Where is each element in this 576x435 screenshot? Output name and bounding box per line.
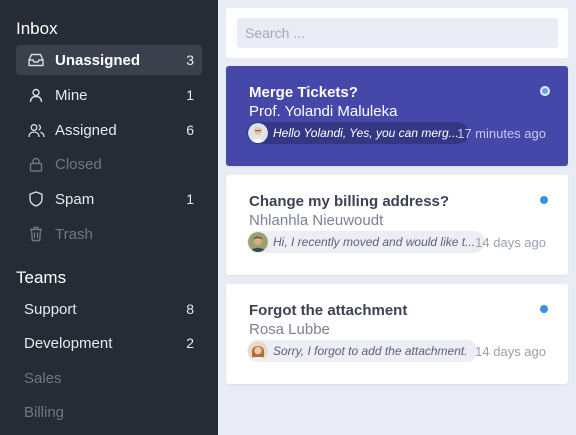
unread-indicator xyxy=(540,86,550,96)
inbox-icon xyxy=(27,51,45,69)
sidebar-item-count: 3 xyxy=(186,52,194,68)
conversation-subject: Merge Tickets? xyxy=(249,84,358,101)
sidebar-item-closed[interactable]: Closed xyxy=(16,149,202,179)
sidebar-item-unassigned[interactable]: Unassigned 3 xyxy=(16,45,202,75)
sidebar-item-trash[interactable]: Trash xyxy=(16,219,202,249)
team-item-count: 2 xyxy=(186,335,194,351)
sidebar-item-label: Mine xyxy=(55,86,88,104)
team-item-count: 8 xyxy=(186,301,194,317)
sidebar: Inbox Unassigned 3 Mine 1 Assigned 6 Clo… xyxy=(0,0,218,435)
team-item-label: Support xyxy=(24,300,77,318)
preview-text: Sorry, I forgot to add the attachment. xyxy=(273,344,468,358)
user-icon xyxy=(27,86,45,104)
team-item-label: Development xyxy=(24,334,113,352)
message-preview: Sorry, I forgot to add the attachment. xyxy=(247,340,478,362)
sidebar-item-label: Closed xyxy=(55,155,102,173)
shield-icon xyxy=(27,190,45,208)
team-item-sales[interactable]: Sales xyxy=(16,363,202,393)
conversation-time: 17 minutes ago xyxy=(457,126,546,141)
users-icon xyxy=(27,121,45,139)
preview-text: Hi, I recently moved and would like t... xyxy=(273,235,476,249)
sidebar-item-mine[interactable]: Mine 1 xyxy=(16,80,202,110)
conversation-card-billing-address[interactable]: Change my billing address? Nhlanhla Nieu… xyxy=(226,175,568,275)
conversation-sender: Rosa Lubbe xyxy=(249,321,330,338)
inbox-section-title: Inbox xyxy=(16,19,58,38)
sidebar-item-count: 6 xyxy=(186,122,194,138)
team-item-label: Sales xyxy=(24,369,62,387)
sidebar-item-count: 1 xyxy=(186,87,194,103)
search-container xyxy=(226,8,568,58)
team-item-billing[interactable]: Billing xyxy=(16,397,202,427)
conversation-subject: Change my billing address? xyxy=(249,193,450,210)
conversation-card-merge-tickets[interactable]: Merge Tickets? Prof. Yolandi Maluleka He… xyxy=(226,66,568,166)
conversation-card-forgot-attachment[interactable]: Forgot the attachment Rosa Lubbe Sorry, … xyxy=(226,284,568,384)
conversation-time: 14 days ago xyxy=(475,235,546,250)
message-preview: Hi, I recently moved and would like t... xyxy=(247,231,486,253)
sidebar-item-spam[interactable]: Spam 1 xyxy=(16,184,202,214)
teams-section-title: Teams xyxy=(16,268,67,287)
team-item-development[interactable]: Development 2 xyxy=(16,328,202,358)
conversation-sender: Nhlanhla Nieuwoudt xyxy=(249,212,384,229)
search-input[interactable] xyxy=(237,18,558,48)
sidebar-item-label: Unassigned xyxy=(55,51,141,69)
sidebar-item-label: Spam xyxy=(55,190,95,208)
conversation-sender: Prof. Yolandi Maluleka xyxy=(249,103,398,120)
conversation-list-panel: Merge Tickets? Prof. Yolandi Maluleka He… xyxy=(218,0,576,435)
sidebar-item-count: 1 xyxy=(186,191,194,207)
trash-icon xyxy=(27,225,45,243)
conversation-time: 14 days ago xyxy=(475,344,546,359)
sidebar-item-assigned[interactable]: Assigned 6 xyxy=(16,115,202,145)
avatar xyxy=(248,341,268,361)
avatar xyxy=(248,123,268,143)
conversation-subject: Forgot the attachment xyxy=(249,302,408,319)
unread-indicator xyxy=(540,196,548,204)
team-item-support[interactable]: Support 8 xyxy=(16,294,202,324)
lock-icon xyxy=(27,155,45,173)
avatar xyxy=(248,232,268,252)
preview-text: Hello Yolandi, Yes, you can merg... xyxy=(273,126,459,140)
sidebar-item-label: Assigned xyxy=(55,121,117,139)
unread-indicator xyxy=(540,305,548,313)
sidebar-item-label: Trash xyxy=(55,225,93,243)
message-preview: Hello Yolandi, Yes, you can merg... xyxy=(247,122,469,144)
team-item-label: Billing xyxy=(24,403,65,421)
